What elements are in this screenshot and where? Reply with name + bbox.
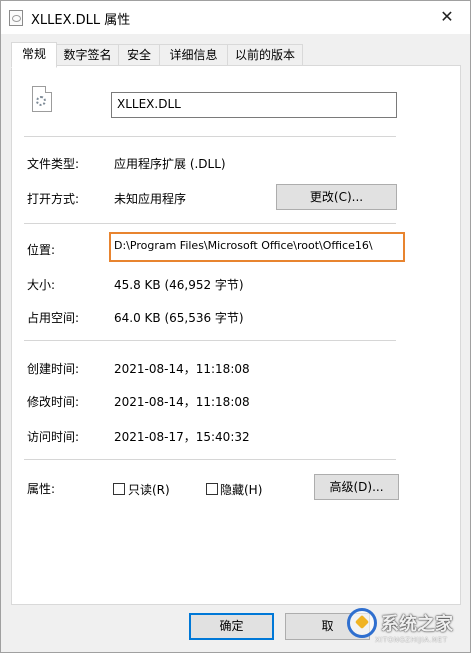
size-on-disk-label: 占用空间: — [27, 311, 80, 325]
readonly-checkbox[interactable] — [113, 483, 125, 495]
created-value: 2021-08-14，11:18:08 — [114, 362, 250, 376]
tab-digital-signatures[interactable]: 数字签名 — [56, 44, 119, 65]
size-on-disk-value: 64.0 KB (65,536 字节) — [114, 311, 244, 325]
location-value[interactable]: D:\Program Files\Microsoft Office\root\O… — [109, 232, 405, 262]
close-icon[interactable]: ✕ — [432, 3, 462, 31]
gear-icon — [36, 96, 46, 106]
tab-general[interactable]: 常规 — [11, 42, 57, 68]
title-bar: XLLEX.DLL 属性 ✕ — [1, 1, 470, 34]
location-label: 位置: — [27, 243, 56, 257]
window-title: XLLEX.DLL 属性 — [31, 13, 131, 28]
tab-security[interactable]: 安全 — [118, 44, 160, 65]
tab-details[interactable]: 详细信息 — [159, 44, 228, 65]
watermark-text: 系统之家 — [381, 614, 453, 635]
divider — [24, 136, 396, 137]
watermark-subtext: XITONGZHIJIA.NET — [375, 636, 448, 644]
readonly-label[interactable]: 只读(R) — [128, 481, 170, 498]
created-label: 创建时间: — [27, 362, 80, 376]
general-panel: XLLEX.DLL 文件类型: 应用程序扩展 (.DLL) 打开方式: 未知应用… — [11, 65, 461, 605]
dll-file-icon — [32, 86, 52, 112]
file-icon — [9, 10, 23, 26]
file-name-input[interactable]: XLLEX.DLL — [111, 92, 397, 118]
tab-previous-versions[interactable]: 以前的版本 — [227, 44, 303, 65]
hidden-checkbox[interactable] — [206, 483, 218, 495]
accessed-label: 访问时间: — [27, 430, 80, 444]
file-type-label: 文件类型: — [27, 157, 80, 171]
hidden-label[interactable]: 隐藏(H) — [220, 481, 262, 498]
modified-label: 修改时间: — [27, 395, 80, 409]
attributes-label: 属性: — [27, 482, 56, 496]
watermark-logo-icon — [347, 608, 377, 638]
opens-with-value: 未知应用程序 — [114, 192, 187, 206]
divider — [24, 340, 396, 341]
ok-button[interactable]: 确定 — [189, 613, 274, 640]
properties-window: XLLEX.DLL 属性 ✕ 常规 数字签名 安全 详细信息 以前的版本 XLL… — [0, 0, 471, 653]
divider — [24, 459, 396, 460]
site-watermark: 系统之家 XITONGZHIJIA.NET — [347, 598, 471, 652]
change-button[interactable]: 更改(C)... — [276, 184, 397, 210]
file-type-value: 应用程序扩展 (.DLL) — [114, 157, 226, 171]
opens-with-label: 打开方式: — [27, 192, 80, 206]
advanced-button[interactable]: 高级(D)... — [314, 474, 399, 500]
divider — [24, 223, 396, 224]
size-value: 45.8 KB (46,952 字节) — [114, 278, 244, 292]
accessed-value: 2021-08-17，15:40:32 — [114, 430, 250, 444]
modified-value: 2021-08-14，11:18:08 — [114, 395, 250, 409]
size-label: 大小: — [27, 278, 56, 292]
